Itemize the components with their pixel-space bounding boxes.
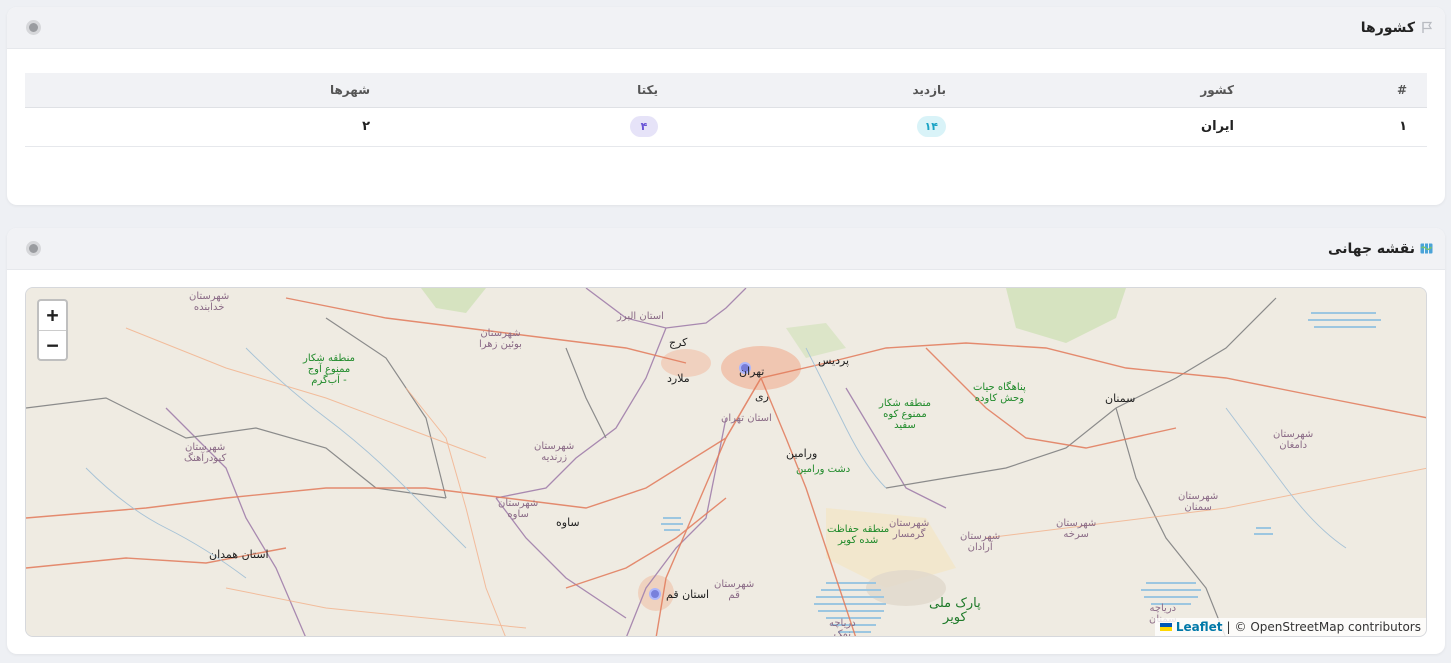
zoom-out-button[interactable]: − (39, 330, 66, 359)
map-title-text: نقشه جهانی (1328, 240, 1415, 257)
label-khodabandeh: شهرستان خدابنده (189, 291, 230, 313)
visits-badge: ۱۴ (916, 116, 946, 137)
row-cities: ۲ (25, 107, 370, 147)
label-avaj: منطقه شکار ممنوع آوج - آب‌گرم (303, 353, 355, 386)
row-unique-cell: ۴ (370, 107, 658, 147)
map-card: نقشه جهانی تهران کرج استان البرز ملارد پ… (7, 228, 1445, 654)
column-unique[interactable]: یکتا (370, 73, 658, 108)
label-tehran: تهران (739, 365, 765, 378)
map-attribution: Leaflet | © OpenStreetMap contributors (1154, 618, 1426, 636)
label-saveh-county: شهرستان ساوه (498, 498, 539, 520)
row-visits-cell: ۱۴ (658, 107, 946, 147)
label-saveh-city: ساوه (556, 516, 580, 529)
countries-collapse-button[interactable] (26, 20, 41, 35)
unique-badge: ۴ (630, 116, 658, 137)
label-qom-county: شهرستان قم (714, 579, 755, 601)
label-kuh-sefid: منطقه شکار ممنوع کوه سفید (879, 398, 931, 431)
table-row: ۱ ایران ۱۴ ۴ ۲ (25, 107, 1427, 147)
label-garmsar: شهرستان گرمسار (889, 518, 930, 540)
countries-card: کشورها # کشور بازدید یکتا شهرها ۱ ایران (7, 7, 1445, 205)
label-kaveh-deh: پناهگاه حیات وحش کاوده (973, 382, 1026, 404)
label-lake: دریاچه نمک (829, 618, 856, 637)
world-map[interactable]: تهران کرج استان البرز ملارد پردیس ری است… (25, 287, 1427, 637)
ukraine-flag-icon (1159, 623, 1172, 631)
label-malard: ملارد (667, 372, 690, 385)
row-index: ۱ (1234, 107, 1427, 147)
label-damghan: شهرستان دامغان (1273, 429, 1314, 451)
label-tehran-province: استان تهران (721, 413, 772, 424)
label-semnan: سمنان (1105, 392, 1136, 405)
label-sorkheh: شهرستان سرخه (1056, 518, 1097, 540)
label-zarandieh: شهرستان زرندیه (534, 441, 575, 463)
label-karaj: کرج (669, 336, 688, 349)
countries-table: # کشور بازدید یکتا شهرها ۱ ایران ۱۴ ۴ ۲ (25, 73, 1427, 147)
column-visits[interactable]: بازدید (658, 73, 946, 108)
column-cities[interactable]: شهرها (25, 73, 370, 108)
map-icon (1420, 243, 1433, 254)
map-card-title: نقشه جهانی (1328, 241, 1433, 257)
row-country: ایران (946, 107, 1234, 147)
table-header-row: # کشور بازدید یکتا شهرها (25, 73, 1427, 108)
osm-attribution[interactable]: © OpenStreetMap contributors (1235, 620, 1421, 634)
label-pardis: پردیس (818, 354, 850, 367)
label-alborz: استان البرز (617, 311, 664, 322)
label-semnan-county: شهرستان سمنان (1178, 491, 1219, 513)
flag-icon (1422, 21, 1433, 33)
map-collapse-button[interactable] (26, 241, 41, 256)
zoom-in-button[interactable]: + (39, 301, 66, 330)
label-dasht-varamin: دشت ورامین (796, 464, 851, 475)
label-aradan: شهرستان آرادان (960, 531, 1001, 553)
label-qom-province: استان قم (666, 588, 710, 601)
label-kavir-park: پارک ملی کویر (929, 596, 981, 625)
label-buin-zahra: شهرستان بوئین زهرا (479, 328, 522, 350)
visit-marker-qom[interactable] (649, 588, 661, 600)
label-kavir-protected: منطقه حفاظت شده کویر (827, 524, 890, 546)
map-card-header: نقشه جهانی (7, 228, 1445, 270)
leaflet-link[interactable]: Leaflet (1176, 620, 1223, 634)
label-rey: ری (755, 390, 769, 403)
countries-card-header: کشورها (7, 7, 1445, 49)
attribution-separator: | (1226, 620, 1231, 634)
label-hamedan: استان همدان (209, 548, 269, 561)
countries-title-text: کشورها (1360, 19, 1415, 36)
label-varamin: ورامین (786, 447, 818, 460)
countries-card-title: کشورها (1361, 20, 1433, 36)
column-country[interactable]: کشور (946, 73, 1234, 108)
label-kabudarahang: شهرستان کبودرآهنگ (184, 442, 227, 464)
column-index[interactable]: # (1234, 73, 1427, 108)
zoom-control: + − (37, 299, 68, 361)
